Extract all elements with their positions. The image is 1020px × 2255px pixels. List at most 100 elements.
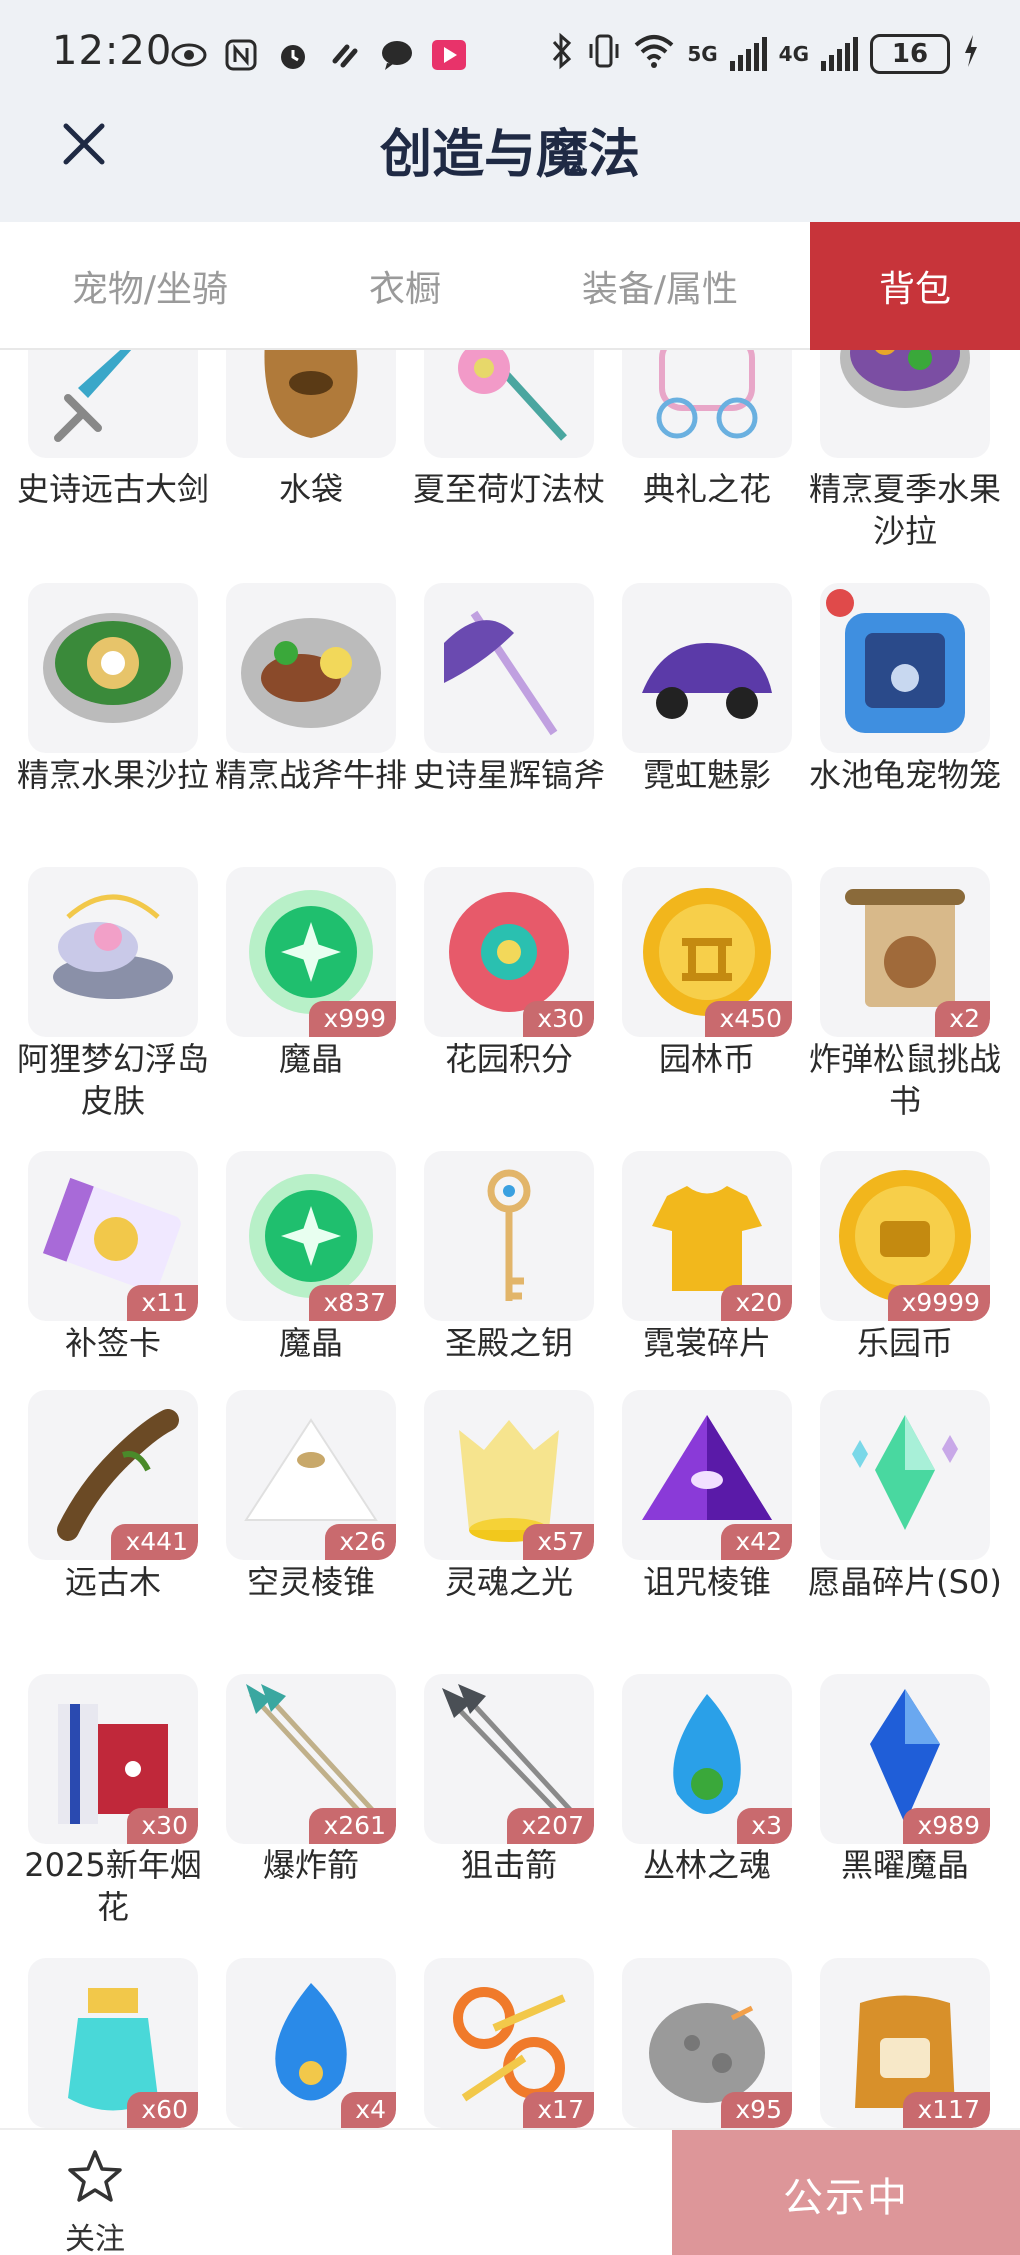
item-thumbnail[interactable]: x11 [28, 1151, 198, 1321]
item-thumbnail[interactable]: x26 [226, 1390, 396, 1560]
item-quantity-badge: x17 [523, 2092, 594, 2128]
page-title: 创造与魔法 [379, 125, 640, 185]
tab-wardrobe[interactable]: 衣橱 [300, 222, 510, 350]
item-name: 灵魂之光 [444, 1563, 573, 1601]
item-name: 霓裳碎片 [642, 1324, 771, 1362]
signal-icon [729, 36, 767, 71]
signal-icon-2 [821, 36, 858, 71]
water-bag-icon [264, 350, 358, 438]
item-thumbnail[interactable]: x20 [622, 1151, 792, 1321]
item-thumbnail[interactable] [28, 867, 198, 1037]
item-name: 园林币 [658, 1040, 755, 1078]
item-quantity-badge: x95 [721, 2092, 792, 2128]
item-thumbnail[interactable]: x117 [820, 1958, 990, 2128]
item-grid: 史诗远古大剑 水袋 夏至荷灯法杖 典礼之花 精烹夏季水果沙拉 精烹水果沙拉 精烹战斧牛排 史诗… [0, 350, 1020, 2128]
item-quantity-badge: x30 [127, 1808, 198, 1844]
item-name: 丛林之魂 [642, 1846, 771, 1884]
battery-indicator: 16 [870, 33, 950, 74]
item-thumbnail[interactable]: x60 [28, 1958, 198, 2128]
item-thumbnail[interactable]: x837 [226, 1151, 396, 1321]
item-thumbnail[interactable] [622, 350, 792, 458]
item-thumbnail[interactable]: x9999 [820, 1151, 990, 1321]
network-4g-label: 4G [778, 41, 809, 66]
status-bar: 12:20 5G 4G 16 [0, 0, 1020, 110]
item-thumbnail[interactable] [28, 350, 198, 458]
item-thumbnail[interactable]: x450 [622, 867, 792, 1037]
item-name: 诅咒棱锥 [642, 1563, 771, 1601]
video-app-icon [430, 36, 468, 74]
network-5g-label: 5G [687, 41, 718, 66]
item-name: 阿狸梦幻浮岛皮肤 [16, 1040, 209, 1120]
item-thumbnail[interactable]: x999 [226, 867, 396, 1037]
item-thumbnail[interactable] [28, 583, 198, 753]
item-thumbnail[interactable]: x30 [28, 1674, 198, 1844]
car-icon [642, 643, 772, 719]
item-thumbnail[interactable]: x207 [424, 1674, 594, 1844]
item-thumbnail[interactable]: x17 [424, 1958, 594, 2128]
item-name: 圣殿之钥 [444, 1324, 573, 1362]
item-name: 炸弹松鼠挑战书 [808, 1040, 1001, 1120]
item-quantity-badge: x26 [325, 1524, 396, 1560]
item-thumbnail[interactable]: x57 [424, 1390, 594, 1560]
alarm-icon [274, 36, 312, 74]
item-thumbnail[interactable] [820, 583, 990, 753]
follow-label: 关注 [65, 2222, 125, 2255]
fruit-salad-icon [840, 350, 970, 408]
top-bar: 12:20 5G 4G 16 创造与魔法 [0, 0, 1020, 222]
tab-backpack[interactable]: 背包 [810, 222, 1020, 350]
item-quantity-badge: x60 [127, 2092, 198, 2128]
item-name: 霓虹魅影 [642, 756, 771, 794]
public-notice-button[interactable]: 公示中 [672, 2130, 1020, 2255]
bottom-bar: 关注 公示中 [0, 2128, 1020, 2255]
charging-icon [962, 33, 980, 74]
tab-pets-mounts[interactable]: 宠物/坐骑 [0, 222, 300, 350]
item-quantity-badge: x3 [737, 1808, 792, 1844]
item-thumbnail[interactable]: x95 [622, 1958, 792, 2128]
link-icon [326, 36, 364, 74]
item-name: 水池龟宠物笼 [808, 756, 1001, 794]
item-name: 史诗远古大剑 [16, 470, 209, 508]
item-quantity-badge: x57 [523, 1524, 594, 1560]
item-thumbnail[interactable]: x261 [226, 1674, 396, 1844]
item-quantity-badge: x9999 [887, 1285, 990, 1321]
item-thumbnail[interactable] [424, 583, 594, 753]
item-name: 黑曜魔晶 [840, 1846, 969, 1884]
item-thumbnail[interactable] [424, 350, 594, 458]
item-thumbnail[interactable] [424, 1151, 594, 1321]
eye-icon [170, 36, 208, 74]
item-thumbnail[interactable]: x2 [820, 867, 990, 1037]
item-thumbnail[interactable] [226, 583, 396, 753]
item-thumbnail[interactable] [226, 350, 396, 458]
tab-equipment[interactable]: 装备/属性 [510, 222, 810, 350]
pet-cage-icon [826, 589, 965, 733]
island-icon [53, 894, 173, 999]
item-name: 魔晶 [278, 1040, 343, 1078]
item-thumbnail[interactable]: x989 [820, 1674, 990, 1844]
item-quantity-badge: x2 [935, 1001, 990, 1037]
bluetooth-icon [549, 32, 575, 75]
item-thumbnail[interactable] [820, 350, 990, 458]
item-name: 狙击箭 [460, 1846, 557, 1884]
item-quantity-badge: x441 [111, 1524, 198, 1560]
item-thumbnail[interactable]: x4 [226, 1958, 396, 2128]
item-quantity-badge: x207 [507, 1808, 594, 1844]
item-name: 乐园币 [856, 1324, 953, 1362]
item-thumbnail[interactable]: x3 [622, 1674, 792, 1844]
follow-button[interactable]: 关注 [52, 2148, 138, 2255]
carriage-icon [656, 350, 758, 439]
item-thumbnail[interactable] [820, 1390, 990, 1560]
item-quantity-badge: x450 [705, 1001, 792, 1037]
item-quantity-badge: x20 [721, 1285, 792, 1321]
item-name: 2025新年烟花 [24, 1846, 202, 1926]
item-name: 水袋 [278, 470, 343, 508]
item-thumbnail[interactable]: x42 [622, 1390, 792, 1560]
message-icon [378, 36, 416, 74]
item-name: 空灵棱锥 [246, 1563, 375, 1601]
item-thumbnail[interactable]: x441 [28, 1390, 198, 1560]
item-name: 花园积分 [444, 1040, 573, 1078]
item-name: 史诗星辉镐斧 [412, 756, 605, 794]
wifi-icon [633, 33, 675, 74]
pickaxe-icon [444, 610, 558, 736]
item-thumbnail[interactable]: x30 [424, 867, 594, 1037]
item-thumbnail[interactable] [622, 583, 792, 753]
